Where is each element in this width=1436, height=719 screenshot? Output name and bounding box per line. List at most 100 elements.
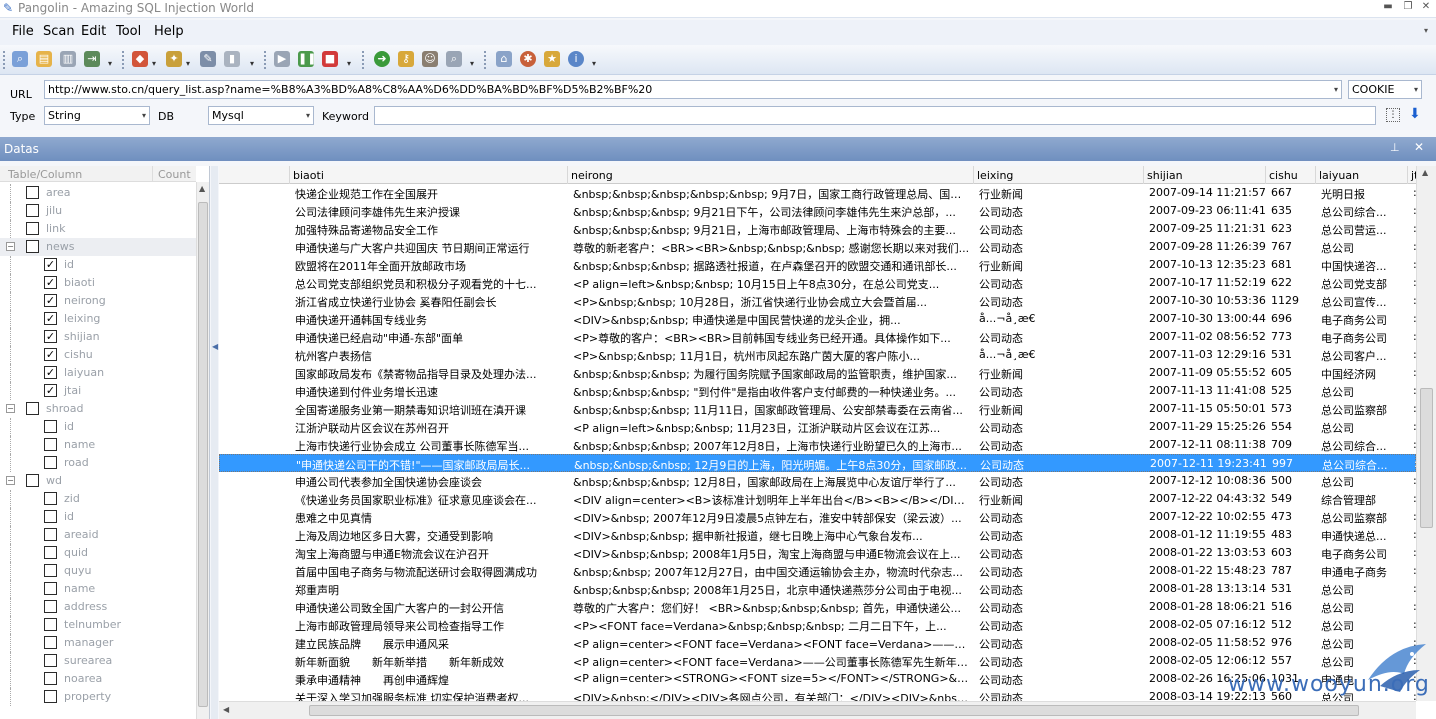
- table-row[interactable]: 浙江省成立快递行业协会 奚春阳任副会长 <P>&nbsp;&nbsp; 10月28…: [219, 292, 1417, 310]
- table-row[interactable]: 患难之中见真情 <DIV>&nbsp; 2007年12月9日凌晨5点钟左右，淮安中…: [219, 508, 1417, 526]
- checkbox-unchecked[interactable]: [44, 618, 57, 631]
- tree-item-quyu[interactable]: quyu: [0, 562, 196, 580]
- check-icon[interactable]: ✦: [166, 51, 182, 67]
- checkbox-unchecked[interactable]: [44, 600, 57, 613]
- database-icon[interactable]: ▮: [224, 51, 240, 67]
- table-row[interactable]: "申通快递公司干的不错!"——国家邮政局局长... &nbsp;&nbsp;&nb…: [219, 454, 1418, 472]
- column-divider[interactable]: [973, 166, 974, 184]
- tree-item-road[interactable]: road: [0, 454, 196, 472]
- checkbox-unchecked[interactable]: [44, 690, 57, 703]
- tree-item-surearea[interactable]: surearea: [0, 652, 196, 670]
- menu-file[interactable]: File: [12, 24, 34, 39]
- tree-scroll-thumb[interactable]: [198, 202, 208, 707]
- home-icon[interactable]: ⌂: [496, 51, 512, 67]
- table-row[interactable]: 建立民族品牌 展示申通风采 <P align=center><FONT face=…: [219, 634, 1417, 652]
- url-input[interactable]: http://www.sto.cn/query_list.asp?name=%B…: [44, 80, 1342, 99]
- inject-icon[interactable]: ◆: [132, 51, 148, 67]
- table-row[interactable]: 申通快递公司致全国广大客户的一封公开信 尊敬的广大客户：您们好！ <BR>&nbs…: [219, 598, 1417, 616]
- chevron-down-icon[interactable]: ▾: [306, 107, 310, 124]
- table-row[interactable]: 上海及周边地区多日大雾，交通受到影响 <DIV>&nbsp;&nbsp; 据申新社…: [219, 526, 1417, 544]
- table-row[interactable]: 总公司党支部组织党员和积极分子观看党的十七... <P align=left>&n…: [219, 274, 1417, 292]
- column-header-biaoti[interactable]: biaoti: [293, 169, 324, 182]
- check-dropdown-icon[interactable]: ▾: [186, 59, 190, 68]
- checkbox-unchecked[interactable]: [44, 528, 57, 541]
- checkbox-unchecked[interactable]: [26, 474, 39, 487]
- tree-item-id[interactable]: id: [0, 508, 196, 526]
- wrench-icon[interactable]: ✎: [200, 51, 216, 67]
- search-icon[interactable]: ⌕: [446, 51, 462, 67]
- tree-item-jilu[interactable]: jilu: [0, 202, 196, 220]
- column-header-shijian[interactable]: shijian: [1147, 169, 1183, 182]
- collapse-left-icon[interactable]: ◀: [212, 342, 218, 351]
- checkbox-unchecked[interactable]: [44, 438, 57, 451]
- tree-item-shijian[interactable]: ✓ shijian: [0, 328, 196, 346]
- column-header-laiyuan[interactable]: laiyuan: [1319, 169, 1359, 182]
- checkbox-checked[interactable]: ✓: [44, 294, 57, 307]
- tree-item-wd[interactable]: − wd: [0, 472, 196, 490]
- tree-collapse-icon[interactable]: −: [6, 476, 15, 485]
- toolbar-dropdown-icon[interactable]: ▾: [470, 59, 474, 68]
- tree-item-id[interactable]: ✓ id: [0, 256, 196, 274]
- checkbox-unchecked[interactable]: [44, 420, 57, 433]
- checkbox-unchecked[interactable]: [26, 402, 39, 415]
- users-icon[interactable]: ☺: [422, 51, 438, 67]
- chevron-down-icon[interactable]: ▾: [1334, 81, 1338, 98]
- keyword-input[interactable]: [374, 106, 1376, 125]
- tree-item-neirong[interactable]: ✓ neirong: [0, 292, 196, 310]
- table-row[interactable]: 申通公司代表参加全国快递协会座谈会 &nbsp;&nbsp;&nbsp; 12月8…: [219, 472, 1417, 490]
- scroll-up-icon[interactable]: ▲: [1422, 168, 1428, 177]
- checkbox-unchecked[interactable]: [44, 564, 57, 577]
- checkbox-unchecked[interactable]: [26, 204, 39, 217]
- toolbar-dropdown-icon[interactable]: ▾: [250, 59, 254, 68]
- table-row[interactable]: 上海市快递行业协会成立 公司董事长陈德军当... &nbsp;&nbsp;&nbs…: [219, 436, 1417, 454]
- pause-icon[interactable]: ❚❚: [298, 51, 316, 67]
- tree-item-property[interactable]: property: [0, 688, 196, 706]
- column-header-neirong[interactable]: neirong: [571, 169, 613, 182]
- table-row[interactable]: 快递企业规范工作在全国展开 &nbsp;&nbsp;&nbsp;&nbsp;&nb…: [219, 184, 1417, 202]
- checkbox-unchecked[interactable]: [44, 492, 57, 505]
- column-divider[interactable]: [1143, 166, 1144, 184]
- tree-item-address[interactable]: address: [0, 598, 196, 616]
- scroll-left-icon[interactable]: ◀: [223, 705, 229, 714]
- tree-collapse-icon[interactable]: −: [6, 404, 15, 413]
- checkbox-unchecked[interactable]: [44, 672, 57, 685]
- menu-scan[interactable]: Scan: [43, 24, 75, 39]
- tree-item-telnumber[interactable]: telnumber: [0, 616, 196, 634]
- checkbox-unchecked[interactable]: [26, 240, 39, 253]
- tree-item-cishu[interactable]: ✓ cishu: [0, 346, 196, 364]
- checkbox-unchecked[interactable]: [44, 654, 57, 667]
- tree-item-biaoti[interactable]: ✓ biaoti: [0, 274, 196, 292]
- star-icon[interactable]: ★: [544, 51, 560, 67]
- minimize-button[interactable]: ▬: [1380, 0, 1396, 14]
- tree-item-name[interactable]: name: [0, 436, 196, 454]
- tree-item-noarea[interactable]: noarea: [0, 670, 196, 688]
- column-divider[interactable]: [1265, 166, 1266, 184]
- grid-hscroll-thumb[interactable]: [309, 705, 1359, 716]
- tree-scrollbar[interactable]: ▲: [196, 182, 209, 719]
- grid-vscroll-thumb[interactable]: [1420, 388, 1433, 528]
- download-arrow-icon[interactable]: ⬇: [1409, 106, 1421, 122]
- stop-icon[interactable]: ■: [322, 51, 338, 67]
- checkbox-unchecked[interactable]: [26, 186, 39, 199]
- tree-item-name[interactable]: name: [0, 580, 196, 598]
- go-icon[interactable]: ➜: [374, 51, 390, 67]
- checkbox-checked[interactable]: ✓: [44, 276, 57, 289]
- play-icon[interactable]: ▶: [274, 51, 290, 67]
- tree-item-laiyuan[interactable]: ✓ laiyuan: [0, 364, 196, 382]
- info-icon[interactable]: i: [568, 51, 584, 67]
- db-select[interactable]: Mysql ▾: [208, 106, 314, 125]
- table-row[interactable]: 淘宝上海商盟与申通E物流会议在沪召开 <DIV>&nbsp;&nbsp; 2008…: [219, 544, 1417, 562]
- type-select[interactable]: String ▾: [44, 106, 150, 125]
- table-row[interactable]: 新年新面貌 新年新举措 新年新成效 <P align=center><FONT f…: [219, 652, 1417, 670]
- chevron-down-icon[interactable]: ▾: [1414, 81, 1418, 98]
- scan-icon[interactable]: ⌕: [12, 51, 28, 67]
- tree-item-jtai[interactable]: ✓ jtai: [0, 382, 196, 400]
- column-header-cishu[interactable]: cishu: [1269, 169, 1298, 182]
- checkbox-checked[interactable]: ✓: [44, 258, 57, 271]
- checkbox-unchecked[interactable]: [44, 510, 57, 523]
- table-row[interactable]: 公司法律顾问李雄伟先生来沪授课 &nbsp;&nbsp;&nbsp; 9月21日下…: [219, 202, 1417, 220]
- table-row[interactable]: 国家邮政局发布《禁寄物品指导目录及处理办法... &nbsp;&nbsp;&nbs…: [219, 364, 1417, 382]
- table-row[interactable]: 申通快递到付件业务增长迅速 &nbsp;&nbsp;&nbsp; "到付件"是指由…: [219, 382, 1417, 400]
- tree-item-id[interactable]: id: [0, 418, 196, 436]
- table-row[interactable]: 郑重声明 &nbsp;&nbsp;&nbsp; 2008年1月25日，北京申通快递…: [219, 580, 1417, 598]
